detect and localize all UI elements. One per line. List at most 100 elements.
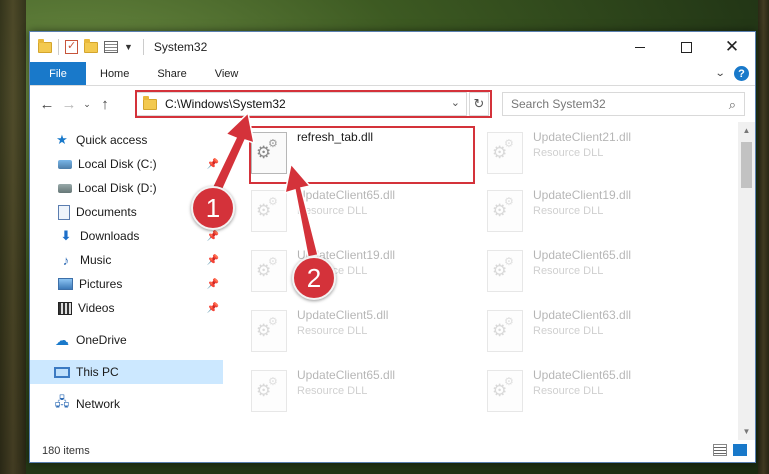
sidebar-item-label: Quick access — [76, 133, 148, 147]
pin-icon: 📌 — [206, 278, 219, 290]
sidebar-item-videos[interactable]: Videos 📌 — [30, 296, 223, 320]
dll-file-icon — [251, 370, 287, 412]
search-input[interactable] — [511, 97, 711, 111]
dll-file-icon — [487, 370, 523, 412]
file-name: UpdateClient65.dll — [297, 368, 396, 382]
file-type: Resource DLL — [297, 205, 368, 217]
properties-check-icon[interactable] — [65, 39, 78, 54]
sidebar-item-label: OneDrive — [76, 333, 127, 347]
file-name: UpdateClient5.dll — [297, 308, 389, 322]
title-bar: ▼ System32 ✕ — [30, 32, 755, 62]
navigation-pane: ★ Quick access Local Disk (C:) 📌 Local D… — [30, 122, 223, 440]
new-folder-icon[interactable] — [84, 38, 98, 53]
file-name: UpdateClient19.dll — [533, 188, 632, 202]
expand-ribbon-chevron-icon[interactable]: ⌄ — [714, 68, 725, 79]
pictures-icon — [58, 278, 73, 290]
status-bar: 180 items — [30, 440, 755, 462]
download-icon: ⬇ — [60, 228, 72, 243]
refresh-icon[interactable]: ↻ — [469, 92, 489, 116]
address-chevron-down-icon[interactable]: ⌄ — [451, 96, 460, 109]
file-name: UpdateClient65.dll — [297, 188, 396, 202]
ribbon-tabs: File Home Share View ⌄ ? — [30, 62, 755, 86]
vertical-scrollbar[interactable]: ▲ ▼ — [738, 122, 755, 440]
file-item[interactable]: UpdateClient5.dll Resource DLL — [249, 302, 479, 358]
toolbar-separator — [58, 39, 59, 55]
window-controls: ✕ — [617, 32, 755, 62]
sidebar-item-network[interactable]: 🖧 Network — [30, 392, 223, 416]
drive-icon — [58, 183, 72, 193]
navigation-bar: ← → ⌄ ↑ C:\Windows\System32 ⌄ ↻ ⌕ — [30, 86, 755, 122]
maximize-button[interactable] — [663, 32, 709, 62]
sidebar-item-label: Local Disk (C:) — [78, 157, 157, 171]
close-button[interactable]: ✕ — [709, 32, 755, 62]
file-item[interactable]: UpdateClient63.dll Resource DLL — [485, 302, 715, 358]
scrollbar-thumb[interactable] — [741, 142, 752, 188]
file-name: UpdateClient63.dll — [533, 308, 632, 322]
large-icons-view-icon[interactable] — [733, 444, 747, 456]
sidebar-item-pictures[interactable]: Pictures 📌 — [30, 272, 223, 296]
sidebar-item-this-pc[interactable]: This PC — [30, 360, 223, 384]
file-type: Resource DLL — [297, 325, 368, 337]
file-type: Resource DLL — [533, 325, 604, 337]
file-name: UpdateClient21.dll — [533, 130, 632, 144]
properties-icon[interactable] — [104, 41, 118, 53]
sidebar-item-label: Local Disk (D:) — [78, 181, 157, 195]
forward-arrow-icon[interactable]: → — [58, 96, 80, 113]
dll-file-icon — [487, 190, 523, 232]
dll-file-icon — [487, 132, 523, 174]
sidebar-item-onedrive[interactable]: ☁ OneDrive — [30, 328, 223, 352]
search-box[interactable]: ⌕ — [502, 92, 745, 116]
sidebar-item-label: Downloads — [80, 229, 140, 243]
tab-view[interactable]: View — [201, 62, 253, 85]
sidebar-item-quick-access[interactable]: ★ Quick access — [30, 128, 223, 152]
music-icon: ♪ — [62, 252, 70, 268]
back-arrow-icon[interactable]: ← — [36, 96, 58, 113]
scroll-down-arrow-icon[interactable]: ▼ — [738, 423, 755, 440]
scroll-up-arrow-icon[interactable]: ▲ — [738, 122, 755, 139]
tab-home[interactable]: Home — [86, 62, 143, 85]
file-type: Resource DLL — [533, 205, 604, 217]
file-item[interactable]: UpdateClient65.dll Resource DLL — [249, 182, 479, 238]
file-type: Resource DLL — [533, 385, 604, 397]
videos-icon — [58, 301, 72, 315]
sidebar-item-label: Network — [76, 397, 121, 411]
file-item[interactable]: UpdateClient21.dll Resource DLL — [485, 124, 715, 180]
details-view-icon[interactable] — [713, 444, 727, 456]
sidebar-item-downloads[interactable]: ⬇ Downloads 📌 — [30, 224, 223, 248]
recent-locations-chevron-down-icon[interactable]: ⌄ — [80, 99, 94, 110]
document-icon — [58, 204, 70, 220]
pin-icon: 📌 — [206, 230, 219, 242]
annotation-callout-1: 1 — [191, 186, 235, 230]
sidebar-item-label: Music — [80, 253, 112, 267]
file-item[interactable]: UpdateClient19.dllResource DLL — [249, 242, 479, 298]
drive-icon — [58, 159, 72, 169]
window-title: System32 — [153, 40, 208, 54]
sidebar-item-music[interactable]: ♪ Music 📌 — [30, 248, 223, 272]
item-count: 180 items — [42, 445, 90, 457]
ribbon-right-controls: ⌄ ? — [714, 66, 749, 81]
tab-file[interactable]: File — [30, 62, 86, 85]
network-icon: 🖧 — [54, 394, 70, 409]
sidebar-item-local-disk-c[interactable]: Local Disk (C:) 📌 — [30, 152, 223, 176]
computer-icon — [54, 366, 70, 378]
dll-file-icon — [251, 132, 287, 174]
file-item[interactable]: UpdateClient65.dll Resource DLL — [485, 362, 715, 418]
sidebar-item-label: This PC — [76, 365, 119, 379]
up-arrow-icon[interactable]: ↑ — [94, 96, 116, 113]
search-icon[interactable]: ⌕ — [729, 97, 736, 113]
pin-icon: 📌 — [206, 158, 219, 170]
address-path[interactable]: C:\Windows\System32 — [165, 97, 286, 111]
file-item[interactable]: UpdateClient19.dll Resource DLL — [485, 182, 715, 238]
address-bar[interactable]: C:\Windows\System32 ⌄ — [136, 92, 467, 116]
file-name: UpdateClient65.dll — [533, 368, 632, 382]
minimize-button[interactable] — [617, 32, 663, 62]
file-item[interactable]: UpdateClient65.dll Resource DLL — [249, 362, 479, 418]
file-item-refresh-tab[interactable]: refresh_tab.dll — [249, 124, 479, 180]
pin-icon: 📌 — [206, 254, 219, 266]
star-icon: ★ — [56, 132, 68, 147]
customize-toolbar-chevron-down-icon[interactable]: ▼ — [124, 42, 133, 52]
folder-icon — [38, 38, 52, 53]
tab-share[interactable]: Share — [143, 62, 200, 85]
help-icon[interactable]: ? — [734, 66, 749, 81]
file-item[interactable]: UpdateClient65.dll Resource DLL — [485, 242, 715, 298]
